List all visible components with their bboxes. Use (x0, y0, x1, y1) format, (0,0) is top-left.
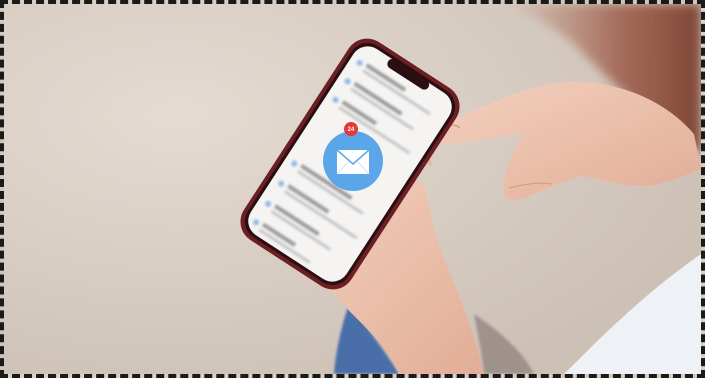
badge: 24 (344, 122, 358, 136)
photo-scene: 24 (4, 4, 701, 374)
envelope-icon (336, 149, 370, 175)
badge-count: 24 (348, 127, 355, 133)
image-frame: 24 (0, 0, 705, 378)
